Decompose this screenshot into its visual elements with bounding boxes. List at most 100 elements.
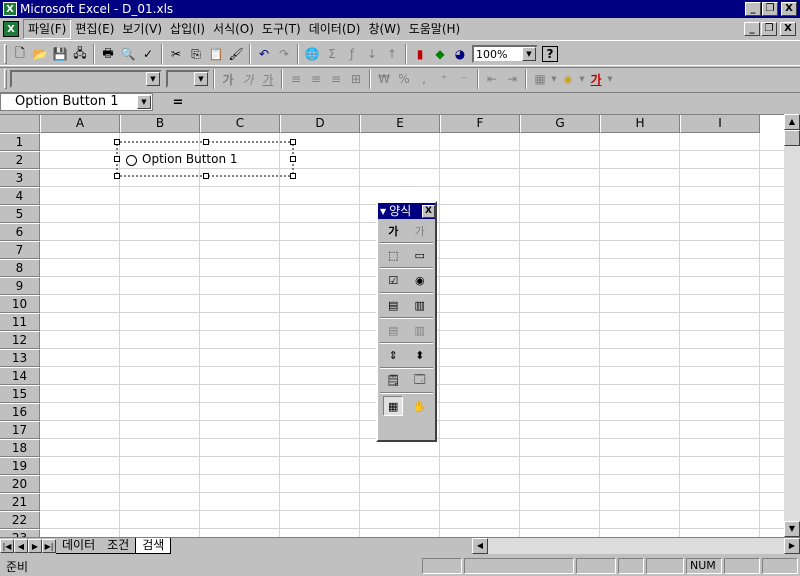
sheet-tab-condition[interactable]: 조건 [101, 538, 136, 554]
horizontal-scrollbar[interactable]: ◀ ▶ [472, 538, 800, 554]
comma-icon[interactable]: , [414, 69, 434, 89]
edit-box-tool-button[interactable]: 가 [410, 221, 430, 241]
group-box-icon[interactable]: ⬚ [383, 246, 403, 266]
menu-insert[interactable]: 삽입(I) [166, 20, 209, 38]
formula-equals[interactable]: = [153, 95, 203, 110]
edit-code-icon[interactable]: 🗔 [410, 371, 430, 391]
row-header[interactable]: 8 [0, 259, 40, 277]
increase-decimal-icon[interactable]: ⁺ [434, 69, 454, 89]
close-button[interactable]: X [781, 2, 797, 16]
decrease-indent-icon[interactable]: ⇤ [482, 69, 502, 89]
workbook-minimize-button[interactable]: _ [744, 22, 760, 36]
zoom-combo[interactable]: 100% ▼ [472, 45, 538, 63]
row-header[interactable]: 3 [0, 169, 40, 187]
last-sheet-icon[interactable]: ▶| [42, 539, 56, 553]
menu-format[interactable]: 서식(O) [209, 20, 258, 38]
toolbar-grip[interactable] [4, 69, 7, 89]
column-header[interactable]: C [200, 115, 280, 133]
column-header[interactable]: E [360, 115, 440, 133]
label-tool-button[interactable]: 가 [383, 221, 403, 241]
chevron-down-icon[interactable]: ▼ [606, 69, 614, 89]
row-header[interactable]: 15 [0, 385, 40, 403]
print-preview-icon[interactable]: 🔍 [118, 44, 138, 64]
row-header[interactable]: 4 [0, 187, 40, 205]
row-header[interactable]: 18 [0, 439, 40, 457]
row-header[interactable]: 5 [0, 205, 40, 223]
sheet-tab-search[interactable]: 검색 [135, 538, 172, 554]
sheet-tab-data[interactable]: 데이터 [56, 538, 102, 554]
chevron-down-icon[interactable]: ▼ [146, 72, 160, 86]
menu-help[interactable]: 도움말(H) [405, 20, 465, 38]
sort-ascending-icon[interactable]: ↓ [362, 44, 382, 64]
row-header[interactable]: 2 [0, 151, 40, 169]
scroll-bar-tool-icon[interactable]: ⇕ [383, 346, 403, 366]
prev-sheet-icon[interactable]: ◀ [14, 539, 28, 553]
forms-toolbar-close-button[interactable]: X [422, 204, 435, 218]
toggle-grid-icon[interactable]: ▦ [383, 396, 404, 416]
scroll-right-icon[interactable]: ▶ [784, 538, 800, 554]
workbook-restore-button[interactable]: ❐ [761, 22, 777, 36]
minimize-button[interactable]: _ [745, 2, 761, 16]
vertical-scroll-thumb[interactable] [784, 130, 800, 146]
row-header[interactable]: 19 [0, 457, 40, 475]
bold-button[interactable]: 가 [218, 69, 238, 89]
menu-view[interactable]: 보기(V) [118, 20, 166, 38]
column-header[interactable]: D [280, 115, 360, 133]
chevron-down-icon[interactable]: ▼ [522, 47, 536, 61]
restore-button[interactable]: ❐ [762, 2, 778, 16]
scroll-left-icon[interactable]: ◀ [472, 538, 488, 554]
merge-center-icon[interactable]: ⊞ [346, 69, 366, 89]
workbook-icon[interactable]: X [3, 21, 19, 37]
function-icon[interactable]: ƒ [342, 44, 362, 64]
chevron-down-icon[interactable]: ▼ [550, 69, 558, 89]
menu-tools[interactable]: 도구(T) [258, 20, 305, 38]
currency-icon[interactable]: ₩ [374, 69, 394, 89]
row-header[interactable]: 14 [0, 367, 40, 385]
cut-icon[interactable]: ✂ [166, 44, 186, 64]
resize-handle[interactable] [290, 139, 296, 145]
row-header[interactable]: 20 [0, 475, 40, 493]
sort-descending-icon[interactable]: ↑ [382, 44, 402, 64]
resize-handle[interactable] [114, 173, 120, 179]
menu-edit[interactable]: 편집(E) [71, 20, 118, 38]
button-tool-icon[interactable]: ▭ [410, 246, 430, 266]
underline-button[interactable]: 가 [258, 69, 278, 89]
chevron-down-icon[interactable]: ▼ [137, 95, 151, 109]
resize-handle[interactable] [203, 139, 209, 145]
font-color-icon[interactable]: 가 [586, 69, 606, 89]
column-header[interactable]: F [440, 115, 520, 133]
vertical-scrollbar[interactable]: ▲ ▼ [784, 114, 800, 537]
forms-toolbar-titlebar[interactable]: ▼ 양식 X [378, 203, 435, 219]
row-header[interactable]: 1 [0, 133, 40, 151]
align-right-icon[interactable]: ≡ [326, 69, 346, 89]
column-header[interactable]: I [680, 115, 760, 133]
run-dialog-icon[interactable]: ✋ [410, 396, 430, 416]
next-sheet-icon[interactable]: ▶ [28, 539, 42, 553]
row-header[interactable]: 11 [0, 313, 40, 331]
name-box[interactable]: Option Button 1 ▼ [0, 93, 153, 111]
format-painter-icon[interactable]: 🖌 [226, 44, 246, 64]
column-header[interactable]: B [120, 115, 200, 133]
row-header[interactable]: 13 [0, 349, 40, 367]
borders-icon[interactable]: ▦ [530, 69, 550, 89]
fill-color-icon[interactable]: ◈ [558, 69, 578, 89]
row-header[interactable]: 10 [0, 295, 40, 313]
row-header[interactable]: 12 [0, 331, 40, 349]
row-header[interactable]: 9 [0, 277, 40, 295]
undo-icon[interactable]: ↶ [254, 44, 274, 64]
drawing-icon[interactable]: ◕ [450, 44, 470, 64]
percent-icon[interactable]: % [394, 69, 414, 89]
combo-list-edit-icon[interactable]: ▤ [383, 321, 403, 341]
print-icon[interactable]: 🖶 [98, 44, 118, 64]
open-icon[interactable]: 📂 [30, 44, 50, 64]
workbook-close-button[interactable]: X [780, 22, 796, 36]
checkbox-tool-button[interactable]: ☑ [383, 271, 403, 291]
hyperlink-icon[interactable]: 🌐 [302, 44, 322, 64]
column-header[interactable]: A [40, 115, 120, 133]
web-icon[interactable]: 🖧 [70, 44, 90, 64]
excel-app-icon[interactable]: X [3, 2, 17, 16]
row-header[interactable]: 16 [0, 403, 40, 421]
copy-icon[interactable]: ⎘ [186, 44, 206, 64]
toolbar-grip[interactable] [4, 44, 7, 64]
menu-window[interactable]: 창(W) [364, 20, 404, 38]
